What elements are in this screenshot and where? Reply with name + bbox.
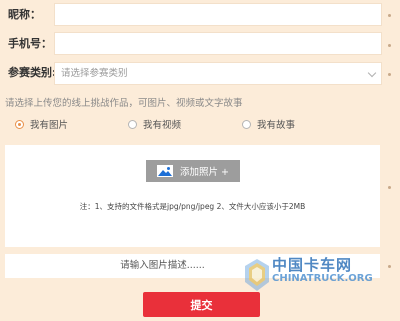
radio-unchecked-icon — [242, 119, 251, 129]
nickname-label: 昵称： — [8, 8, 41, 21]
required-dot — [388, 265, 391, 268]
radio-option-image[interactable]: 我有图片 — [15, 117, 68, 131]
submit-button[interactable]: 提交 — [143, 292, 260, 317]
upload-note: 注：1、支持的文件格式是jpg/png/jpeg 2、文件大小应该小于2MB — [79, 202, 306, 211]
radio-checked-icon — [15, 119, 24, 129]
nickname-input[interactable] — [54, 3, 382, 26]
chevron-down-icon — [367, 68, 377, 78]
add-photo-button[interactable]: 添加照片 + — [146, 160, 240, 182]
radio-option-story[interactable]: 我有故事 — [242, 117, 295, 131]
radio-label: 我有故事 — [257, 120, 296, 131]
radio-unchecked-icon — [128, 119, 137, 129]
truck-logo-icon — [245, 259, 269, 291]
required-dot — [388, 73, 391, 76]
category-label: 参赛类别: — [8, 66, 57, 79]
add-photo-label: 添加照片 + — [180, 167, 229, 178]
upload-area: 添加照片 + 注：1、支持的文件格式是jpg/png/jpeg 2、文件大小应该… — [5, 145, 380, 247]
radio-option-video[interactable]: 我有视频 — [128, 117, 181, 131]
radio-label: 我有图片 — [30, 120, 69, 131]
watermark-name-en: CHINATRUCK.ORG — [272, 273, 373, 284]
watermark-name-cn: 中国卡车网 — [272, 256, 353, 274]
watermark-logo: 中国卡车网 CHINATRUCK.ORG — [244, 252, 373, 300]
radio-label: 我有视频 — [143, 120, 182, 131]
required-dot — [388, 14, 391, 17]
phone-label: 手机号： — [8, 37, 52, 50]
required-dot — [388, 44, 391, 47]
phone-input[interactable] — [54, 32, 382, 55]
category-placeholder: 请选择参赛类别 — [61, 68, 128, 79]
category-select[interactable]: 请选择参赛类别 — [54, 62, 382, 85]
image-icon — [157, 165, 173, 177]
required-dot — [388, 186, 391, 189]
upload-hint: 请选择上传您的线上挑战作品，可图片、视频或文字故事 — [5, 98, 243, 109]
